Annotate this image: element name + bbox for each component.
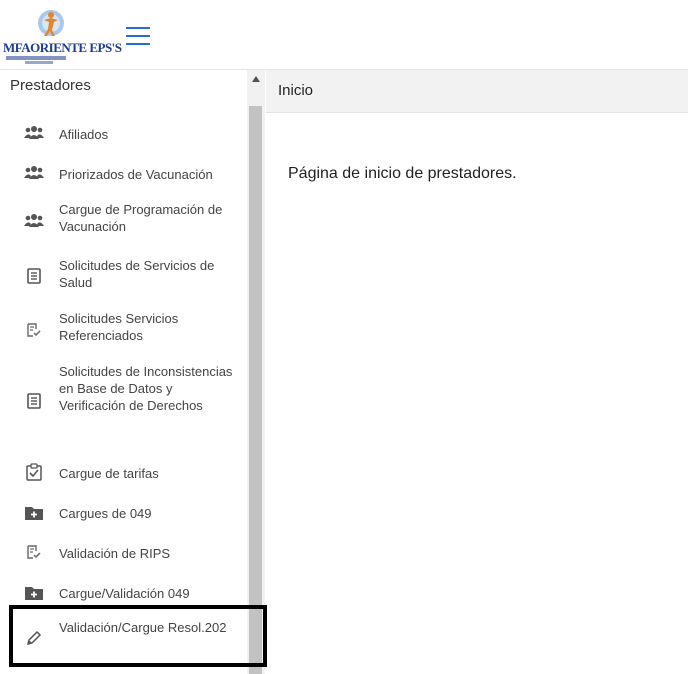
sidebar-item-label: Cargues de 049: [59, 506, 152, 521]
sidebar-title: Prestadores: [10, 77, 91, 94]
sidebar-item-solicitudes-referenciados[interactable]: Solicitudes Servicios Referenciados: [0, 310, 247, 350]
sidebar-item-label: Afiliados: [59, 127, 109, 142]
hamburger-menu-icon[interactable]: [126, 27, 150, 45]
users-icon: [24, 211, 44, 229]
users-icon: [24, 163, 44, 181]
sidebar-item-validacion-rips[interactable]: Validación de RIPS: [0, 542, 247, 568]
clipboard-check-icon: [24, 463, 44, 481]
document-list-icon: [24, 392, 44, 410]
sidebar-item-label: Validación de RIPS: [59, 546, 171, 561]
sidebar-scrollbar[interactable]: [247, 70, 265, 674]
sidebar-item-label: Solicitudes de Servicios de Salud: [59, 258, 215, 290]
welcome-text: Página de inicio de prestadores.: [288, 165, 517, 182]
users-icon: [24, 123, 44, 141]
sidebar-item-solicitudes-inconsistencias[interactable]: Solicitudes de Inconsistencias en Base d…: [0, 362, 247, 442]
sidebar-item-label: Priorizados de Vacunación: [59, 167, 213, 182]
logo-text: MFAORIENTE EPS'S: [3, 40, 122, 55]
sidebar-item-label: Cargue/Validación 049: [59, 586, 190, 601]
sidebar-item-cargues-049[interactable]: Cargues de 049: [0, 502, 247, 528]
logo[interactable]: MFAORIENTE EPS'S: [3, 8, 122, 66]
sidebar-item-solicitudes-servicios-salud[interactable]: Solicitudes de Servicios de Salud: [0, 256, 247, 296]
breadcrumb-home[interactable]: Inicio: [278, 82, 313, 99]
document-list-icon: [24, 267, 44, 285]
sidebar-item-cargue-tarifas[interactable]: Cargue de tarifas: [0, 462, 247, 488]
logo-subtitle-graphic-2: [25, 61, 53, 64]
sidebar-item-label: Cargue de Programación de Vacunación: [59, 202, 223, 234]
sidebar-item-label: Solicitudes de Inconsistencias en Base d…: [59, 364, 233, 413]
pencil-icon: [24, 629, 44, 647]
document-check-icon: [24, 321, 44, 339]
sidebar-item-cargue-validacion-049[interactable]: Cargue/Validación 049: [0, 582, 247, 608]
folder-plus-icon: [24, 504, 44, 522]
sidebar-item-label: Validación/Cargue Resol.202: [59, 620, 227, 635]
logo-figure-icon: [38, 10, 64, 36]
main-content: Inicio Página de inicio de prestadores.: [266, 70, 688, 674]
breadcrumb: Inicio: [266, 70, 688, 113]
scrollbar-thumb[interactable]: [249, 106, 262, 674]
sidebar-item-afiliados[interactable]: Afiliados: [0, 123, 247, 149]
folder-plus-icon: [24, 584, 44, 602]
sidebar-item-label: Cargue de tarifas: [59, 466, 159, 481]
scroll-up-arrow-icon[interactable]: [247, 70, 265, 88]
sidebar-item-label: Solicitudes Servicios Referenciados: [59, 311, 179, 343]
document-check-icon: [24, 543, 44, 561]
logo-subtitle-graphic: [6, 56, 66, 60]
sidebar: Prestadores Afiliados Priorizados de Vac…: [0, 70, 247, 674]
top-header: MFAORIENTE EPS'S: [0, 0, 688, 70]
sidebar-item-cargue-programacion[interactable]: Cargue de Programación de Vacunación: [0, 200, 247, 240]
sidebar-item-validacion-cargue-resol-202[interactable]: Validación/Cargue Resol.202: [0, 618, 247, 658]
sidebar-item-priorizados[interactable]: Priorizados de Vacunación: [0, 163, 247, 189]
